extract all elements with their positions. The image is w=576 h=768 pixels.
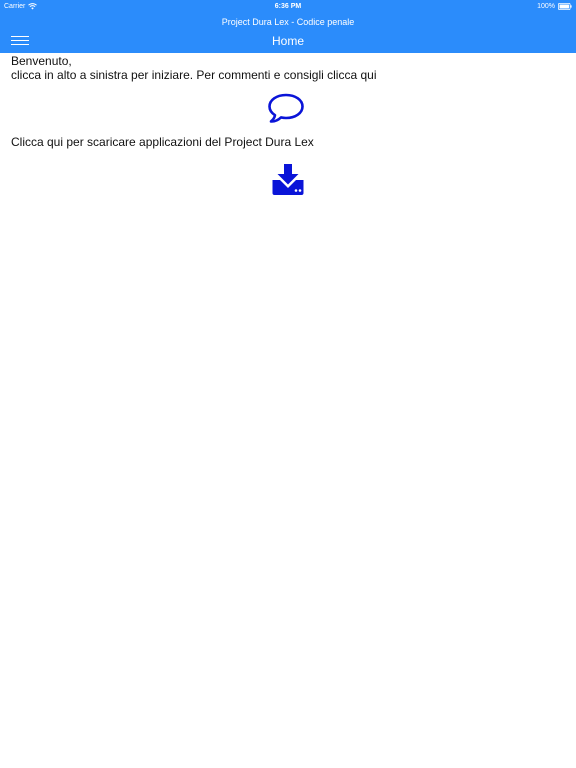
app-header: Carrier 6:36 PM 100% Project Dura Lex - … (0, 0, 576, 53)
download-apps-text: Clicca qui per scaricare applicazioni de… (11, 135, 314, 149)
speech-bubble-icon (268, 93, 304, 123)
welcome-line-1: Benvenuto, (11, 54, 72, 68)
welcome-message: Benvenuto, clicca in alto a sinistra per… (11, 54, 376, 82)
navigation-bar: Home (0, 30, 576, 52)
download-button[interactable] (270, 163, 306, 196)
welcome-line-2: clicca in alto a sinistra per iniziare. … (11, 68, 377, 82)
status-time: 6:36 PM (274, 3, 302, 10)
status-battery: 100% (537, 0, 572, 13)
download-tray-icon (272, 164, 304, 195)
page-title: Home (271, 34, 304, 48)
app-title: Project Dura Lex - Codice penale (221, 17, 355, 27)
comment-button[interactable] (267, 92, 305, 124)
battery-percentage: 100% (537, 3, 555, 10)
status-bar: Carrier 6:36 PM 100% (0, 0, 576, 13)
battery-icon (558, 3, 572, 10)
